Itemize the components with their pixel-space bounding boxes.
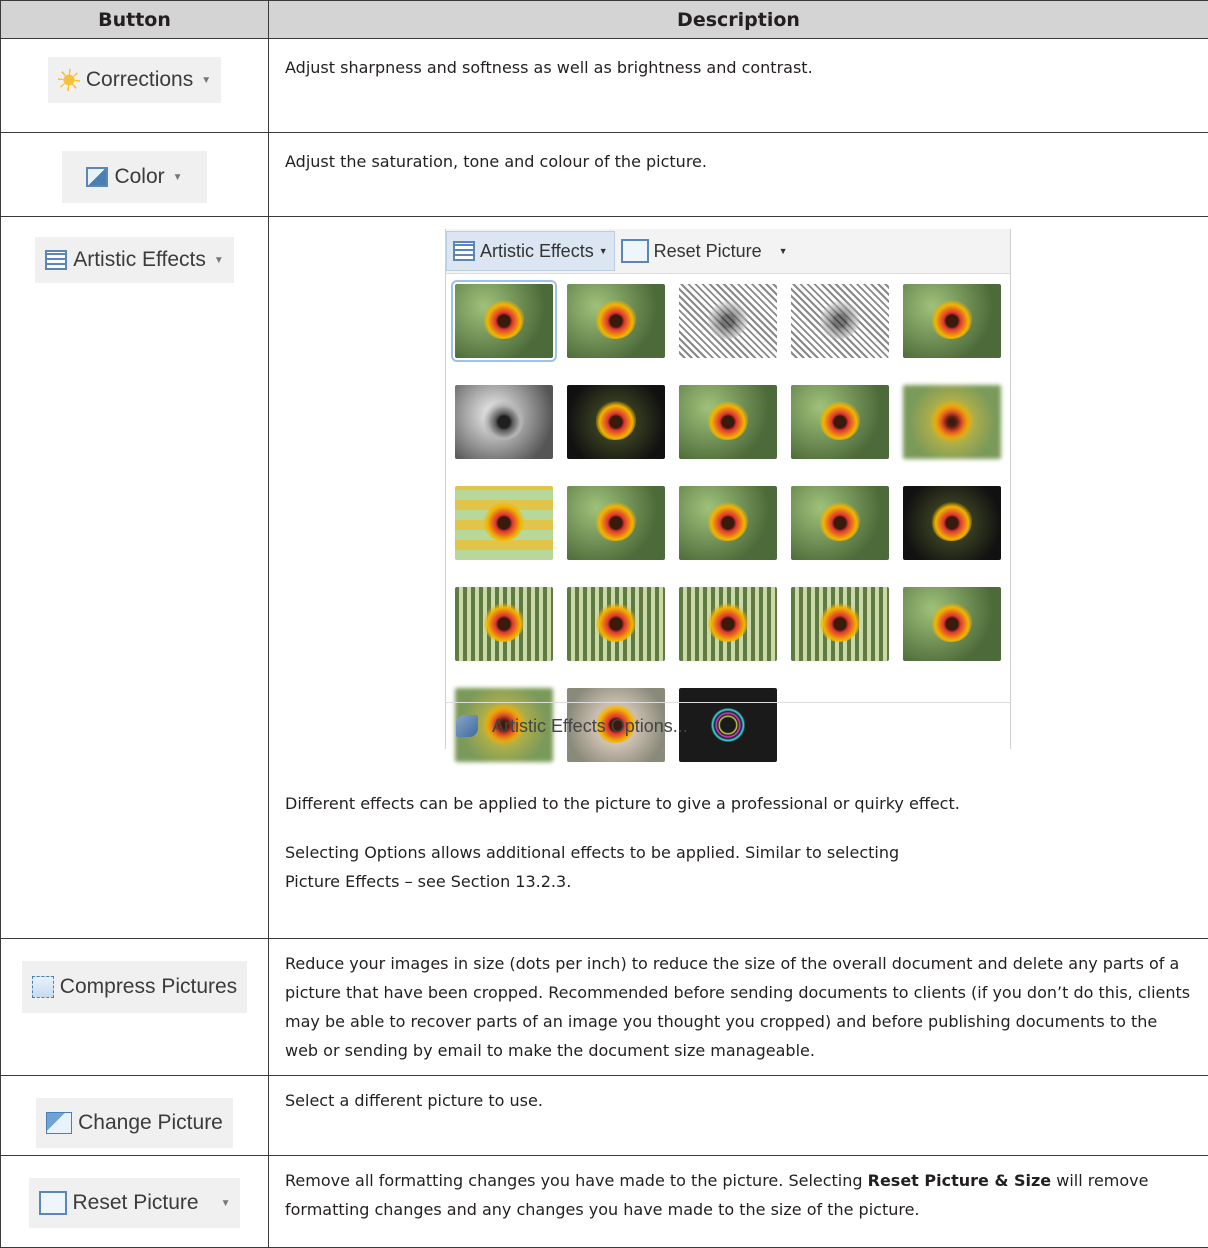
effect-thumbnail[interactable] bbox=[567, 587, 665, 661]
effect-thumbnail[interactable] bbox=[567, 486, 665, 560]
header-button: Button bbox=[1, 1, 269, 39]
compress-pictures-button[interactable]: Compress Pictures bbox=[22, 961, 247, 1013]
artistic-effects-options-item[interactable]: Artistic Effects Options... bbox=[446, 702, 1010, 749]
artistic-effects-icon bbox=[45, 250, 67, 270]
reset-picture-button[interactable]: Reset Picture ▼ bbox=[29, 1178, 241, 1228]
gallery-reset-picture-tab[interactable]: Reset Picture ▼ bbox=[615, 232, 794, 270]
table-row: Corrections ▼ Adjust sharpness and softn… bbox=[1, 39, 1208, 133]
effect-thumbnail[interactable] bbox=[679, 486, 777, 560]
effect-thumbnail[interactable] bbox=[679, 385, 777, 459]
button-description-table: Button Description Corrections ▼ Adjust … bbox=[0, 0, 1208, 1248]
sun-icon bbox=[58, 69, 80, 91]
change-picture-icon bbox=[46, 1112, 72, 1134]
effects-grid bbox=[446, 274, 1010, 762]
reset-picture-icon bbox=[39, 1191, 67, 1215]
artistic-effects-button[interactable]: Artistic Effects ▼ bbox=[35, 237, 234, 283]
description-cell: Adjust sharpness and softness as well as… bbox=[269, 39, 1208, 133]
effect-thumbnail[interactable] bbox=[903, 587, 1001, 661]
chevron-down-icon: ▼ bbox=[779, 246, 788, 256]
table-row: Color ▼ Adjust the saturation, tone and … bbox=[1, 133, 1208, 217]
gallery-toolbar: Artistic Effects ▼ Reset Picture ▼ bbox=[446, 229, 1010, 274]
corrections-button[interactable]: Corrections ▼ bbox=[48, 57, 221, 103]
chevron-down-icon: ▼ bbox=[599, 246, 608, 256]
reset-picture-icon bbox=[621, 239, 649, 263]
change-picture-button[interactable]: Change Picture bbox=[36, 1098, 233, 1148]
effect-thumbnail[interactable] bbox=[455, 587, 553, 661]
table-row: Change Picture Select a different pictur… bbox=[1, 1076, 1208, 1156]
effect-thumbnail[interactable] bbox=[791, 486, 889, 560]
chevron-down-icon: ▼ bbox=[214, 255, 224, 266]
table-row: Compress Pictures Reduce your images in … bbox=[1, 939, 1208, 1076]
effect-thumbnail[interactable] bbox=[903, 385, 1001, 459]
brush-icon bbox=[456, 715, 478, 737]
description-cell: Reduce your images in size (dots per inc… bbox=[269, 939, 1208, 1076]
description-cell: Adjust the saturation, tone and colour o… bbox=[269, 133, 1208, 217]
picture-icon bbox=[86, 167, 108, 187]
description-cell: Artistic Effects ▼ Reset Picture ▼ bbox=[269, 217, 1208, 939]
effect-thumbnail[interactable] bbox=[791, 385, 889, 459]
compress-icon bbox=[32, 976, 54, 998]
effect-thumbnail[interactable] bbox=[567, 385, 665, 459]
effect-thumbnail[interactable] bbox=[679, 587, 777, 661]
chevron-down-icon: ▼ bbox=[221, 1198, 231, 1209]
effect-thumbnail[interactable] bbox=[455, 486, 553, 560]
description-cell: Remove all formatting changes you have m… bbox=[269, 1156, 1208, 1248]
table-row: Artistic Effects ▼ Artistic Effects ▼ Re… bbox=[1, 217, 1208, 939]
effect-thumbnail[interactable] bbox=[679, 284, 777, 358]
effect-thumbnail[interactable] bbox=[903, 486, 1001, 560]
color-button[interactable]: Color ▼ bbox=[62, 151, 206, 203]
effect-thumbnail[interactable] bbox=[455, 385, 553, 459]
gallery-artistic-effects-tab[interactable]: Artistic Effects ▼ bbox=[446, 231, 615, 271]
artistic-effects-gallery: Artistic Effects ▼ Reset Picture ▼ bbox=[445, 229, 1011, 749]
chevron-down-icon: ▼ bbox=[201, 75, 211, 86]
effect-thumbnail[interactable] bbox=[455, 284, 553, 358]
table-row: Reset Picture ▼ Remove all formatting ch… bbox=[1, 1156, 1208, 1248]
effect-thumbnail[interactable] bbox=[791, 284, 889, 358]
effect-thumbnail[interactable] bbox=[903, 284, 1001, 358]
effect-thumbnail[interactable] bbox=[791, 587, 889, 661]
header-description: Description bbox=[269, 1, 1208, 39]
description-cell: Select a different picture to use. bbox=[269, 1076, 1208, 1156]
chevron-down-icon: ▼ bbox=[173, 172, 183, 183]
artistic-effects-icon bbox=[453, 241, 475, 261]
effect-thumbnail[interactable] bbox=[567, 284, 665, 358]
